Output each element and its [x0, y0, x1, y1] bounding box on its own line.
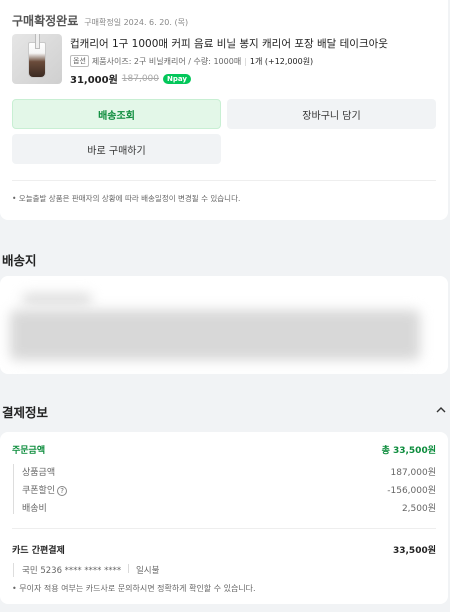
payment-method-row: 카드 간편결제 33,500원	[12, 543, 436, 556]
product-price: 31,000원	[70, 75, 118, 86]
order-amount-row: 주문금액 총 33,500원	[12, 443, 436, 456]
shipping-address-card	[0, 276, 448, 374]
address-details-redacted	[10, 310, 420, 360]
option-quantity: 1개 (+12,000원)	[249, 56, 314, 66]
confirm-date: 구매확정일 2024. 6. 20. (목)	[84, 18, 189, 27]
product-title[interactable]: 컵캐리어 1구 1000매 커피 음료 비닐 봉지 캐리어 포장 배달 테이크아…	[70, 36, 388, 51]
shipping-fee-label: 배송비	[22, 504, 47, 514]
npay-label: pay	[172, 74, 187, 83]
option-separator: |	[244, 56, 247, 66]
original-price: 187,000	[121, 73, 160, 84]
collapse-chevron-icon[interactable]	[436, 406, 446, 417]
payment-card	[0, 432, 448, 604]
divider	[12, 528, 436, 529]
price-row: 31,000원 187,000 Npay	[70, 71, 191, 86]
option-badge: 옵션	[70, 55, 89, 67]
installment-type: 일시불	[135, 566, 160, 576]
coupon-discount-text: 쿠폰할인	[22, 486, 56, 496]
card-number: 국민 5236 **** **** ****	[22, 566, 122, 576]
cup-carrier-image	[28, 34, 46, 78]
buy-now-button[interactable]: 바로 구매하기	[12, 134, 221, 164]
breakdown-row: 쿠폰할인? -156,000원	[22, 483, 436, 496]
option-text: 제품사이즈: 2구 비닐캐리어 / 수량: 1000매	[91, 56, 242, 66]
coupon-discount-value: -156,000원	[387, 486, 436, 496]
card-info-row: 국민 5236 **** **** **** | 일시불	[22, 564, 436, 576]
breakdown-row: 배송비 2,500원	[22, 501, 436, 514]
track-delivery-button[interactable]: 배송조회	[12, 99, 221, 129]
breakdown-bar	[13, 464, 14, 514]
interest-free-note: • 무이자 적용 여부는 카드사로 문의하시면 정확하게 확인할 수 있습니다.	[12, 583, 436, 594]
product-options: 옵션 제품사이즈: 2구 비닐캐리어 / 수량: 1000매 | 1개 (+12…	[70, 55, 313, 67]
npay-badge: Npay	[163, 73, 191, 84]
order-status: 구매확정완료	[12, 14, 79, 28]
shipping-fee-value: 2,500원	[401, 504, 436, 514]
address-name-redacted	[22, 294, 92, 304]
card-info-separator: |	[127, 564, 130, 574]
divider	[12, 180, 436, 181]
order-amount-value: 총 33,500원	[381, 446, 436, 456]
breakdown-row: 상품금액 187,000원	[22, 465, 436, 478]
coupon-discount-label: 쿠폰할인?	[22, 483, 68, 496]
payment-method-label: 카드 간편결제	[12, 546, 65, 556]
card-info-bar	[13, 563, 14, 577]
payment-section-title: 결제정보	[2, 405, 49, 420]
product-amount-value: 187,000원	[390, 468, 437, 478]
product-thumbnail[interactable]	[12, 34, 62, 84]
add-to-cart-button[interactable]: 장바구니 담기	[227, 99, 436, 129]
interest-free-note-text: • 무이자 적용 여부는 카드사로 문의하시면 정확하게 확인할 수 있습니다.	[12, 584, 256, 593]
help-icon[interactable]: ?	[57, 486, 68, 496]
order-amount-label: 주문금액	[12, 446, 46, 456]
shipping-section-title: 배송지	[2, 253, 37, 268]
order-status-row: 구매확정완료 구매확정일 2024. 6. 20. (목)	[12, 12, 188, 29]
order-card: 구매확정완료 구매확정일 2024. 6. 20. (목) 컵캐리어 1구 10…	[0, 0, 448, 220]
delivery-notice: • 오늘출발 상품은 판매자의 상황에 따라 배송일정이 변경될 수 있습니다.	[12, 194, 241, 203]
product-amount-label: 상품금액	[22, 468, 56, 478]
payment-method-amount: 33,500원	[392, 546, 436, 556]
